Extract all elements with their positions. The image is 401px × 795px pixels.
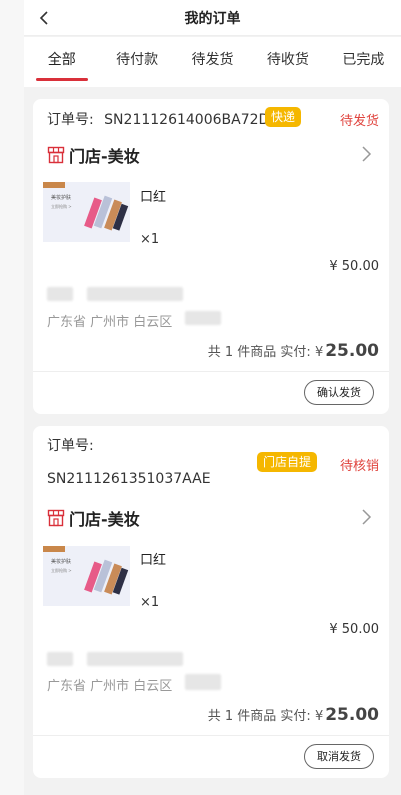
pickup-badge: 门店自提 [257,452,318,472]
blurred-recipient [47,287,73,301]
shop-icon [47,509,65,527]
thumb-subtitle: 立即抢购 > [51,204,72,209]
shipping-address: 广东省 广州市 白云区 [47,679,173,694]
order-card[interactable]: 订单号: SN21112614006BA72D 快递 待发货 门店-美妆 美妆护… [33,99,389,414]
shop-row[interactable]: 门店-美妆 [47,143,140,167]
order-total: 共 1 件商品 实付: ¥ 25.00 [208,341,379,361]
chevron-right-icon[interactable] [359,508,373,526]
order-number: SN2111261351037AAE [47,471,211,487]
confirm-shipment-button[interactable]: 确认发货 [304,380,374,405]
tab-pending-payment[interactable]: 待付款 [99,37,174,87]
divider [33,735,389,736]
left-edge [0,0,24,795]
total-prefix: 共 1 件商品 实付: ¥ [207,345,324,360]
product-price: ¥ 50.00 [329,622,379,637]
lipstick-icon [84,559,129,595]
product-quantity: ×1 [140,595,160,610]
shop-icon [47,146,65,164]
shipping-address: 广东省 广州市 白云区 [47,315,173,330]
delivery-badge: 快递 [265,107,302,127]
thumb-subtitle: 立即抢购 > [51,568,72,573]
tab-pending-receipt[interactable]: 待收货 [250,37,325,87]
shop-name: 门店-美妆 [69,147,140,166]
order-status: 待核销 [339,459,379,474]
order-total: 共 1 件商品 实付: ¥ 25.00 [208,705,379,725]
thumb-title: 美妆护肤 [51,559,72,565]
app-header: 我的订单 [24,0,401,36]
chevron-right-icon[interactable] [359,145,373,163]
page-title: 我的订单 [184,10,241,27]
lipstick-icon [84,195,129,231]
tab-pending-shipment[interactable]: 待发货 [175,37,250,87]
blurred-phone [87,287,183,301]
product-quantity: ×1 [140,232,160,247]
order-card[interactable]: 订单号: 门店自提 待核销 SN2111261351037AAE 门店-美妆 美… [33,426,389,778]
order-tabs: 全部 待付款 待发货 待收货 已完成 [24,37,401,87]
product-name: 口红 [140,190,167,205]
total-prefix: 共 1 件商品 实付: ¥ [207,709,324,724]
product-price: ¥ 50.00 [329,259,379,274]
blurred-address-detail [185,674,221,690]
total-amount: 25.00 [325,705,379,725]
shop-row[interactable]: 门店-美妆 [47,506,140,530]
shop-name: 门店-美妆 [69,510,140,529]
divider [33,371,389,372]
product-name: 口红 [140,553,167,568]
cancel-shipment-button[interactable]: 取消发货 [304,744,374,769]
total-amount: 25.00 [325,341,379,361]
order-number-label: 订单号: [47,438,94,454]
order-number-label: 订单号: [47,112,94,128]
chevron-left-icon [39,11,48,25]
order-status: 待发货 [339,114,379,129]
back-button[interactable] [34,6,54,30]
thumb-title: 美妆护肤 [51,195,72,201]
product-image[interactable]: 美妆护肤 立即抢购 > [43,182,130,242]
order-number: SN21112614006BA72D [104,112,270,128]
product-image[interactable]: 美妆护肤 立即抢购 > [43,546,130,606]
blurred-recipient [47,652,73,666]
blurred-phone [87,652,183,666]
blurred-address-detail [185,311,221,325]
tab-completed[interactable]: 已完成 [326,37,401,87]
order-number-row: 订单号: SN21112614006BA72D [47,109,269,129]
tab-all[interactable]: 全部 [24,37,99,87]
